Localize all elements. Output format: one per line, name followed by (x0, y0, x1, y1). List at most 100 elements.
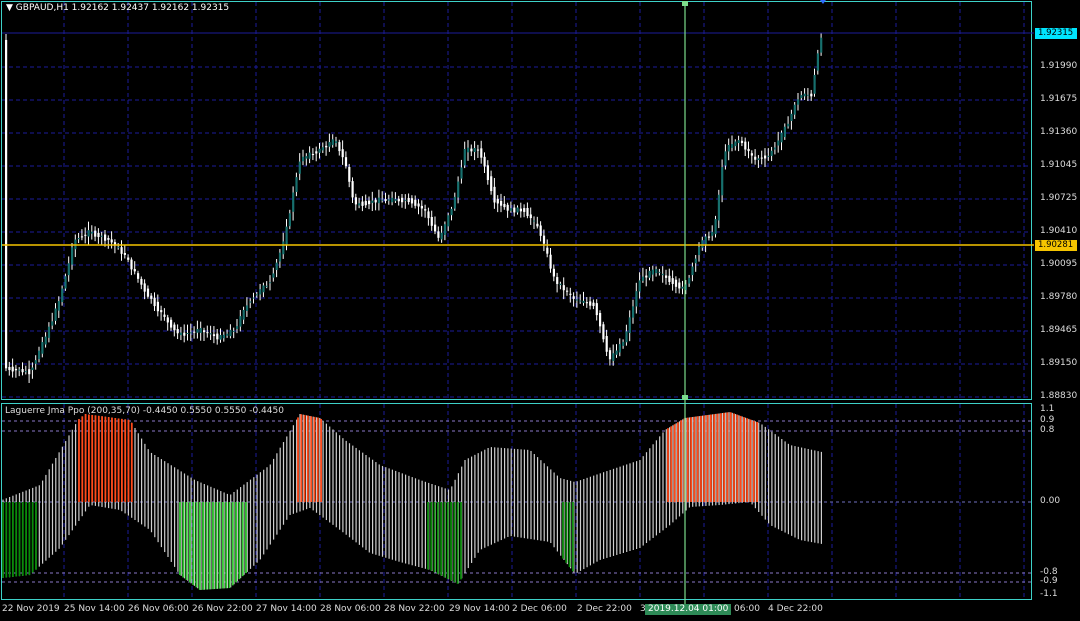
candle-up (24, 371, 27, 373)
candle-down (341, 149, 344, 158)
candle-up (731, 144, 734, 148)
candle-down (437, 231, 440, 238)
candle-down (500, 200, 503, 206)
candle-down (163, 314, 166, 317)
candle-up (232, 330, 235, 332)
candle-down (513, 207, 516, 213)
candle-up (638, 280, 641, 292)
candle-up (453, 196, 456, 209)
candle-up (38, 350, 41, 360)
candle-up (269, 282, 272, 284)
candle-down (678, 282, 681, 289)
candle-up (321, 147, 324, 151)
candle-up (648, 270, 651, 278)
candle-up (404, 199, 407, 201)
candle-up (371, 200, 374, 203)
candle-down (193, 331, 196, 333)
candle-down (338, 142, 341, 152)
candle-down (645, 275, 648, 278)
candle-up (31, 367, 34, 371)
candle-up (473, 147, 476, 153)
candle-down (311, 154, 315, 156)
dropdown-icon[interactable]: ▼ (6, 3, 13, 13)
candle-up (803, 93, 806, 97)
candle-up (67, 263, 70, 276)
candle-up (800, 95, 803, 98)
candle-down (397, 198, 400, 202)
chart-canvas[interactable] (0, 0, 1080, 621)
candle-up (641, 276, 645, 281)
candle-up (292, 192, 295, 212)
candle-down (173, 324, 176, 331)
candle-down (351, 181, 354, 198)
candle-up (259, 289, 262, 295)
candle-up (460, 167, 463, 179)
candle-up (816, 53, 819, 71)
candle-down (127, 257, 130, 260)
candle-down (11, 366, 14, 372)
candle-down (344, 157, 348, 167)
candle-up (209, 333, 212, 335)
candle-up (18, 369, 21, 371)
candle-down (556, 277, 559, 284)
candle-down (410, 198, 414, 204)
price-tick-label: 1.91990 (1040, 61, 1078, 71)
candle-down (542, 235, 546, 244)
candle-up (41, 342, 44, 354)
candle-down (595, 303, 598, 316)
time-tick-label: 29 Nov 14:00 (449, 604, 510, 614)
candle-up (777, 140, 780, 146)
candle-down (137, 273, 140, 279)
candle-down (605, 335, 608, 352)
crosshair-handle-top (682, 1, 688, 6)
candle-up (179, 332, 183, 336)
candle-down (374, 199, 377, 203)
candle-down (183, 332, 186, 336)
price-tick-label: 1.90725 (1040, 193, 1078, 203)
candle-up (239, 316, 242, 327)
candle-down (170, 319, 173, 328)
candle-up (701, 240, 704, 248)
candle-up (34, 360, 37, 364)
candle-up (71, 247, 74, 265)
candle-up (54, 308, 57, 321)
price-tick-label: 1.89780 (1040, 292, 1078, 302)
candle-down (747, 148, 750, 152)
candle-down (166, 317, 169, 323)
candle-up (387, 199, 390, 201)
candle-down (483, 156, 486, 167)
candle-up (691, 266, 694, 276)
candle-up (87, 230, 90, 237)
horizontal-line-tag: 1.90281 (1035, 240, 1077, 251)
candle-up (61, 288, 64, 303)
candle-up (328, 142, 331, 147)
price-tick-label: 1.88830 (1040, 391, 1078, 401)
candle-down (536, 223, 539, 227)
time-tick-label: 26 Nov 22:00 (192, 604, 253, 614)
candle-down (80, 236, 84, 238)
candle-down (97, 232, 100, 238)
candle-up (57, 301, 60, 311)
candle-down (470, 148, 473, 152)
crosshair-handle-bottom (682, 395, 688, 400)
candle-up (318, 148, 321, 153)
candle-up (47, 326, 51, 338)
candle-down (602, 324, 605, 340)
candle-up (463, 148, 466, 166)
candle-down (140, 278, 143, 285)
candle-down (566, 290, 569, 292)
candle-down (592, 302, 595, 307)
candle-down (490, 176, 493, 192)
candle-down (572, 296, 575, 299)
candle-down (153, 297, 156, 307)
candle-up (737, 140, 740, 144)
candle-down (368, 200, 371, 205)
candle-up (199, 328, 202, 333)
candle-up (724, 151, 727, 166)
candle-up (579, 300, 582, 302)
candle-up (681, 286, 684, 289)
candle-down (506, 204, 509, 211)
candle-down (526, 207, 529, 217)
candle-down (585, 302, 588, 304)
candle-up (262, 285, 265, 293)
